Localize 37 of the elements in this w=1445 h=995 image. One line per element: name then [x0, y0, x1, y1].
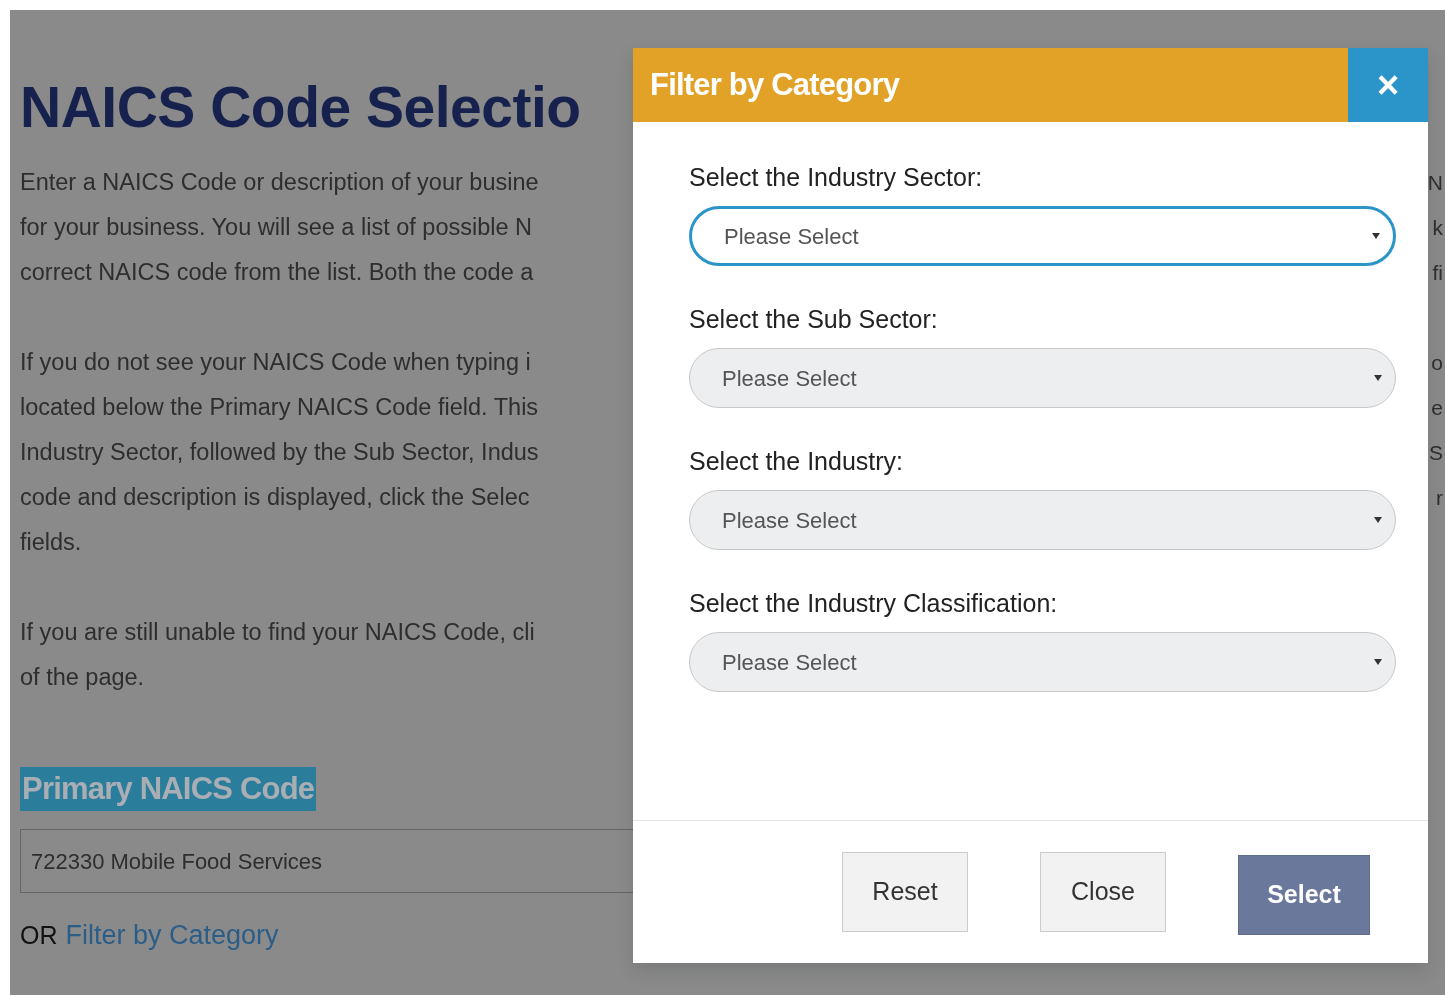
or-label: OR: [20, 920, 58, 951]
field-label: Select the Industry Sector:: [689, 162, 984, 192]
close-button[interactable]: ×: [1348, 48, 1428, 122]
text-line: code and description is displayed, click the Selec: [20, 483, 530, 512]
text-line: r: [1436, 485, 1443, 511]
text-line: Enter a NAICS Code or description of your busine: [20, 168, 539, 197]
text-line: S: [1429, 440, 1443, 466]
caret-icon: [1373, 658, 1383, 666]
caret-icon: [1371, 232, 1381, 240]
text-line: Industry Sector, followed by the Sub Sector, Indus: [20, 438, 539, 467]
text-line: located below the Primary NAICS Code field. This: [20, 393, 539, 422]
dropdown[interactable]: Please Select: [689, 632, 1396, 692]
dialog-button[interactable]: Close: [1040, 852, 1166, 932]
dialog-button[interactable]: Reset: [842, 852, 968, 932]
text-line: If you are still unable to find your NAICS Code, cli: [20, 618, 535, 647]
caret-icon: [1373, 374, 1383, 382]
dropdown[interactable]: Please Select: [689, 206, 1396, 266]
modal-title: Filter by Category: [649, 65, 900, 104]
page-title: NAICS Code Selectio: [20, 74, 581, 141]
field-label: Select the Industry Classification:: [689, 588, 1059, 618]
field-label: Select the Sub Sector:: [689, 304, 939, 334]
field-label: Primary NAICS Code: [20, 767, 317, 811]
dropdown[interactable]: Please Select: [689, 348, 1396, 408]
text-line: fields.: [20, 528, 82, 557]
text-line: correct NAICS code from the list. Both the code a: [20, 258, 534, 287]
text-line: of the page.: [20, 663, 145, 692]
text-line: fi: [1432, 260, 1443, 286]
dialog-button[interactable]: Select: [1238, 855, 1370, 935]
text-line: for your business. You will see a list of possible N: [20, 213, 533, 242]
text-line: k: [1432, 215, 1443, 241]
text-line: e: [1431, 395, 1443, 421]
text-line: o: [1431, 350, 1443, 376]
caret-icon: [1373, 516, 1383, 524]
text-line: N: [1427, 170, 1443, 196]
dropdown[interactable]: Please Select: [689, 490, 1396, 550]
field-label: Select the Industry:: [689, 446, 904, 476]
text-line: If you do not see your NAICS Code when typing i: [20, 348, 531, 377]
